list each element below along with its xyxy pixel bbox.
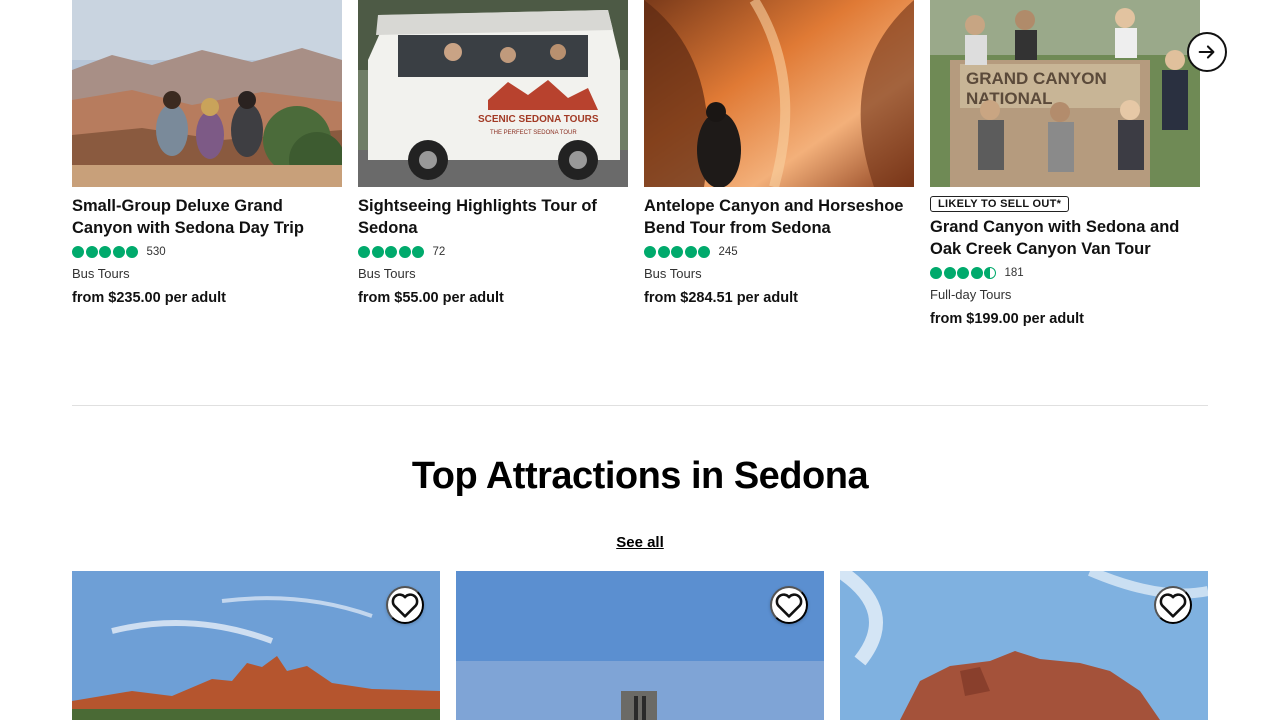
see-all-link[interactable]: See all [616, 534, 664, 551]
attraction-photo-red-rocks [840, 571, 1208, 720]
attraction-card[interactable] [72, 571, 440, 720]
rating-bubble-icon [957, 267, 969, 279]
van-brand-text: SCENIC SEDONA TOURS [478, 114, 599, 125]
tour-title[interactable]: Small-Group Deluxe Grand Canyon with Sed… [72, 195, 342, 239]
tour-price: from $55.00 per adult [358, 290, 504, 306]
tour-title[interactable]: Sightseeing Highlights Tour of Sedona [358, 195, 628, 239]
arrow-right-icon [1198, 45, 1215, 59]
section-divider [72, 405, 1208, 406]
rating-bubble-icon [85, 246, 98, 258]
sign-line2-text: NATIONAL [966, 89, 1053, 108]
rating-bubble-icon [698, 246, 710, 258]
review-count: 72 [432, 246, 446, 258]
rating-bubble-icon [412, 246, 424, 258]
rating-bubbles: 72 [358, 242, 628, 262]
heart-outline-icon [775, 593, 803, 618]
tour-title[interactable]: Grand Canyon with Sedona and Oak Creek C… [930, 216, 1200, 260]
rating-half-bubble-icon [984, 267, 996, 279]
tour-card[interactable]: GRAND CANYON NATIONAL LIKELY TO SELL OUT… [930, 0, 1200, 329]
van-tagline-text: THE PERFECT SEDONA TOUR [490, 130, 577, 136]
rating-bubble-icon [398, 246, 411, 258]
rating-bubble-icon [112, 246, 125, 258]
tour-category: Bus Tours [72, 266, 130, 281]
heart-outline-icon [1159, 593, 1187, 618]
tour-price: from $235.00 per adult [72, 290, 226, 306]
attraction-card[interactable] [456, 571, 824, 720]
likely-to-sell-out-badge: LIKELY TO SELL OUT* [930, 196, 1070, 212]
rating-bubble-icon [657, 246, 670, 258]
review-count: 245 [718, 246, 738, 258]
tour-card[interactable]: Antelope Canyon and Horseshoe Bend Tour … [644, 0, 914, 308]
rating-bubble-icon [385, 246, 397, 258]
tour-photo-grand-canyon-sign-group[interactable]: GRAND CANYON NATIONAL [930, 0, 1200, 187]
sign-line1-text: GRAND CANYON [966, 69, 1107, 88]
rating-bubbles: 181 [930, 263, 1200, 283]
tour-card[interactable]: SCENIC SEDONA TOURS THE PERFECT SEDONA T… [358, 0, 628, 308]
tour-title[interactable]: Antelope Canyon and Horseshoe Bend Tour … [644, 195, 914, 239]
tour-price: from $284.51 per adult [644, 290, 798, 306]
rating-bubble-icon [72, 246, 84, 258]
carousel-next-button[interactable] [1187, 32, 1227, 72]
rating-bubble-icon [684, 246, 697, 258]
attraction-card[interactable] [840, 571, 1208, 720]
see-all-container: See all [0, 534, 1280, 551]
rating-bubbles: 530 [72, 242, 342, 262]
review-count: 530 [146, 246, 166, 258]
favorite-button[interactable] [770, 586, 808, 624]
tours-carousel: Small-Group Deluxe Grand Canyon with Sed… [0, 0, 1280, 340]
attraction-photo-cathedral-rock [72, 571, 440, 720]
favorite-button[interactable] [386, 586, 424, 624]
heart-outline-icon [391, 593, 419, 618]
section-title: Top Attractions in Sedona [411, 455, 869, 497]
rating-bubble-icon [970, 267, 983, 279]
tour-photo-antelope-canyon[interactable] [644, 0, 914, 187]
rating-bubble-icon [371, 246, 384, 258]
rating-bubble-icon [99, 246, 111, 258]
review-count: 181 [1004, 267, 1024, 279]
tour-price: from $199.00 per adult [930, 311, 1084, 327]
rating-bubble-icon [644, 246, 656, 258]
tour-photo-grand-canyon-viewers[interactable] [72, 0, 342, 187]
rating-bubble-icon [671, 246, 683, 258]
tour-card[interactable]: Small-Group Deluxe Grand Canyon with Sed… [72, 0, 342, 308]
rating-bubble-icon [930, 267, 942, 279]
tour-category: Bus Tours [644, 266, 702, 281]
tour-photo-sedona-van[interactable]: SCENIC SEDONA TOURS THE PERFECT SEDONA T… [358, 0, 628, 187]
rating-bubble-icon [358, 246, 370, 258]
rating-bubble-icon [126, 246, 138, 258]
tour-category: Full-day Tours [930, 287, 1012, 302]
attraction-photo-chapel [456, 571, 824, 720]
favorite-button[interactable] [1154, 586, 1192, 624]
rating-bubble-icon [943, 267, 956, 279]
rating-bubbles: 245 [644, 242, 914, 262]
tour-category: Bus Tours [358, 266, 416, 281]
